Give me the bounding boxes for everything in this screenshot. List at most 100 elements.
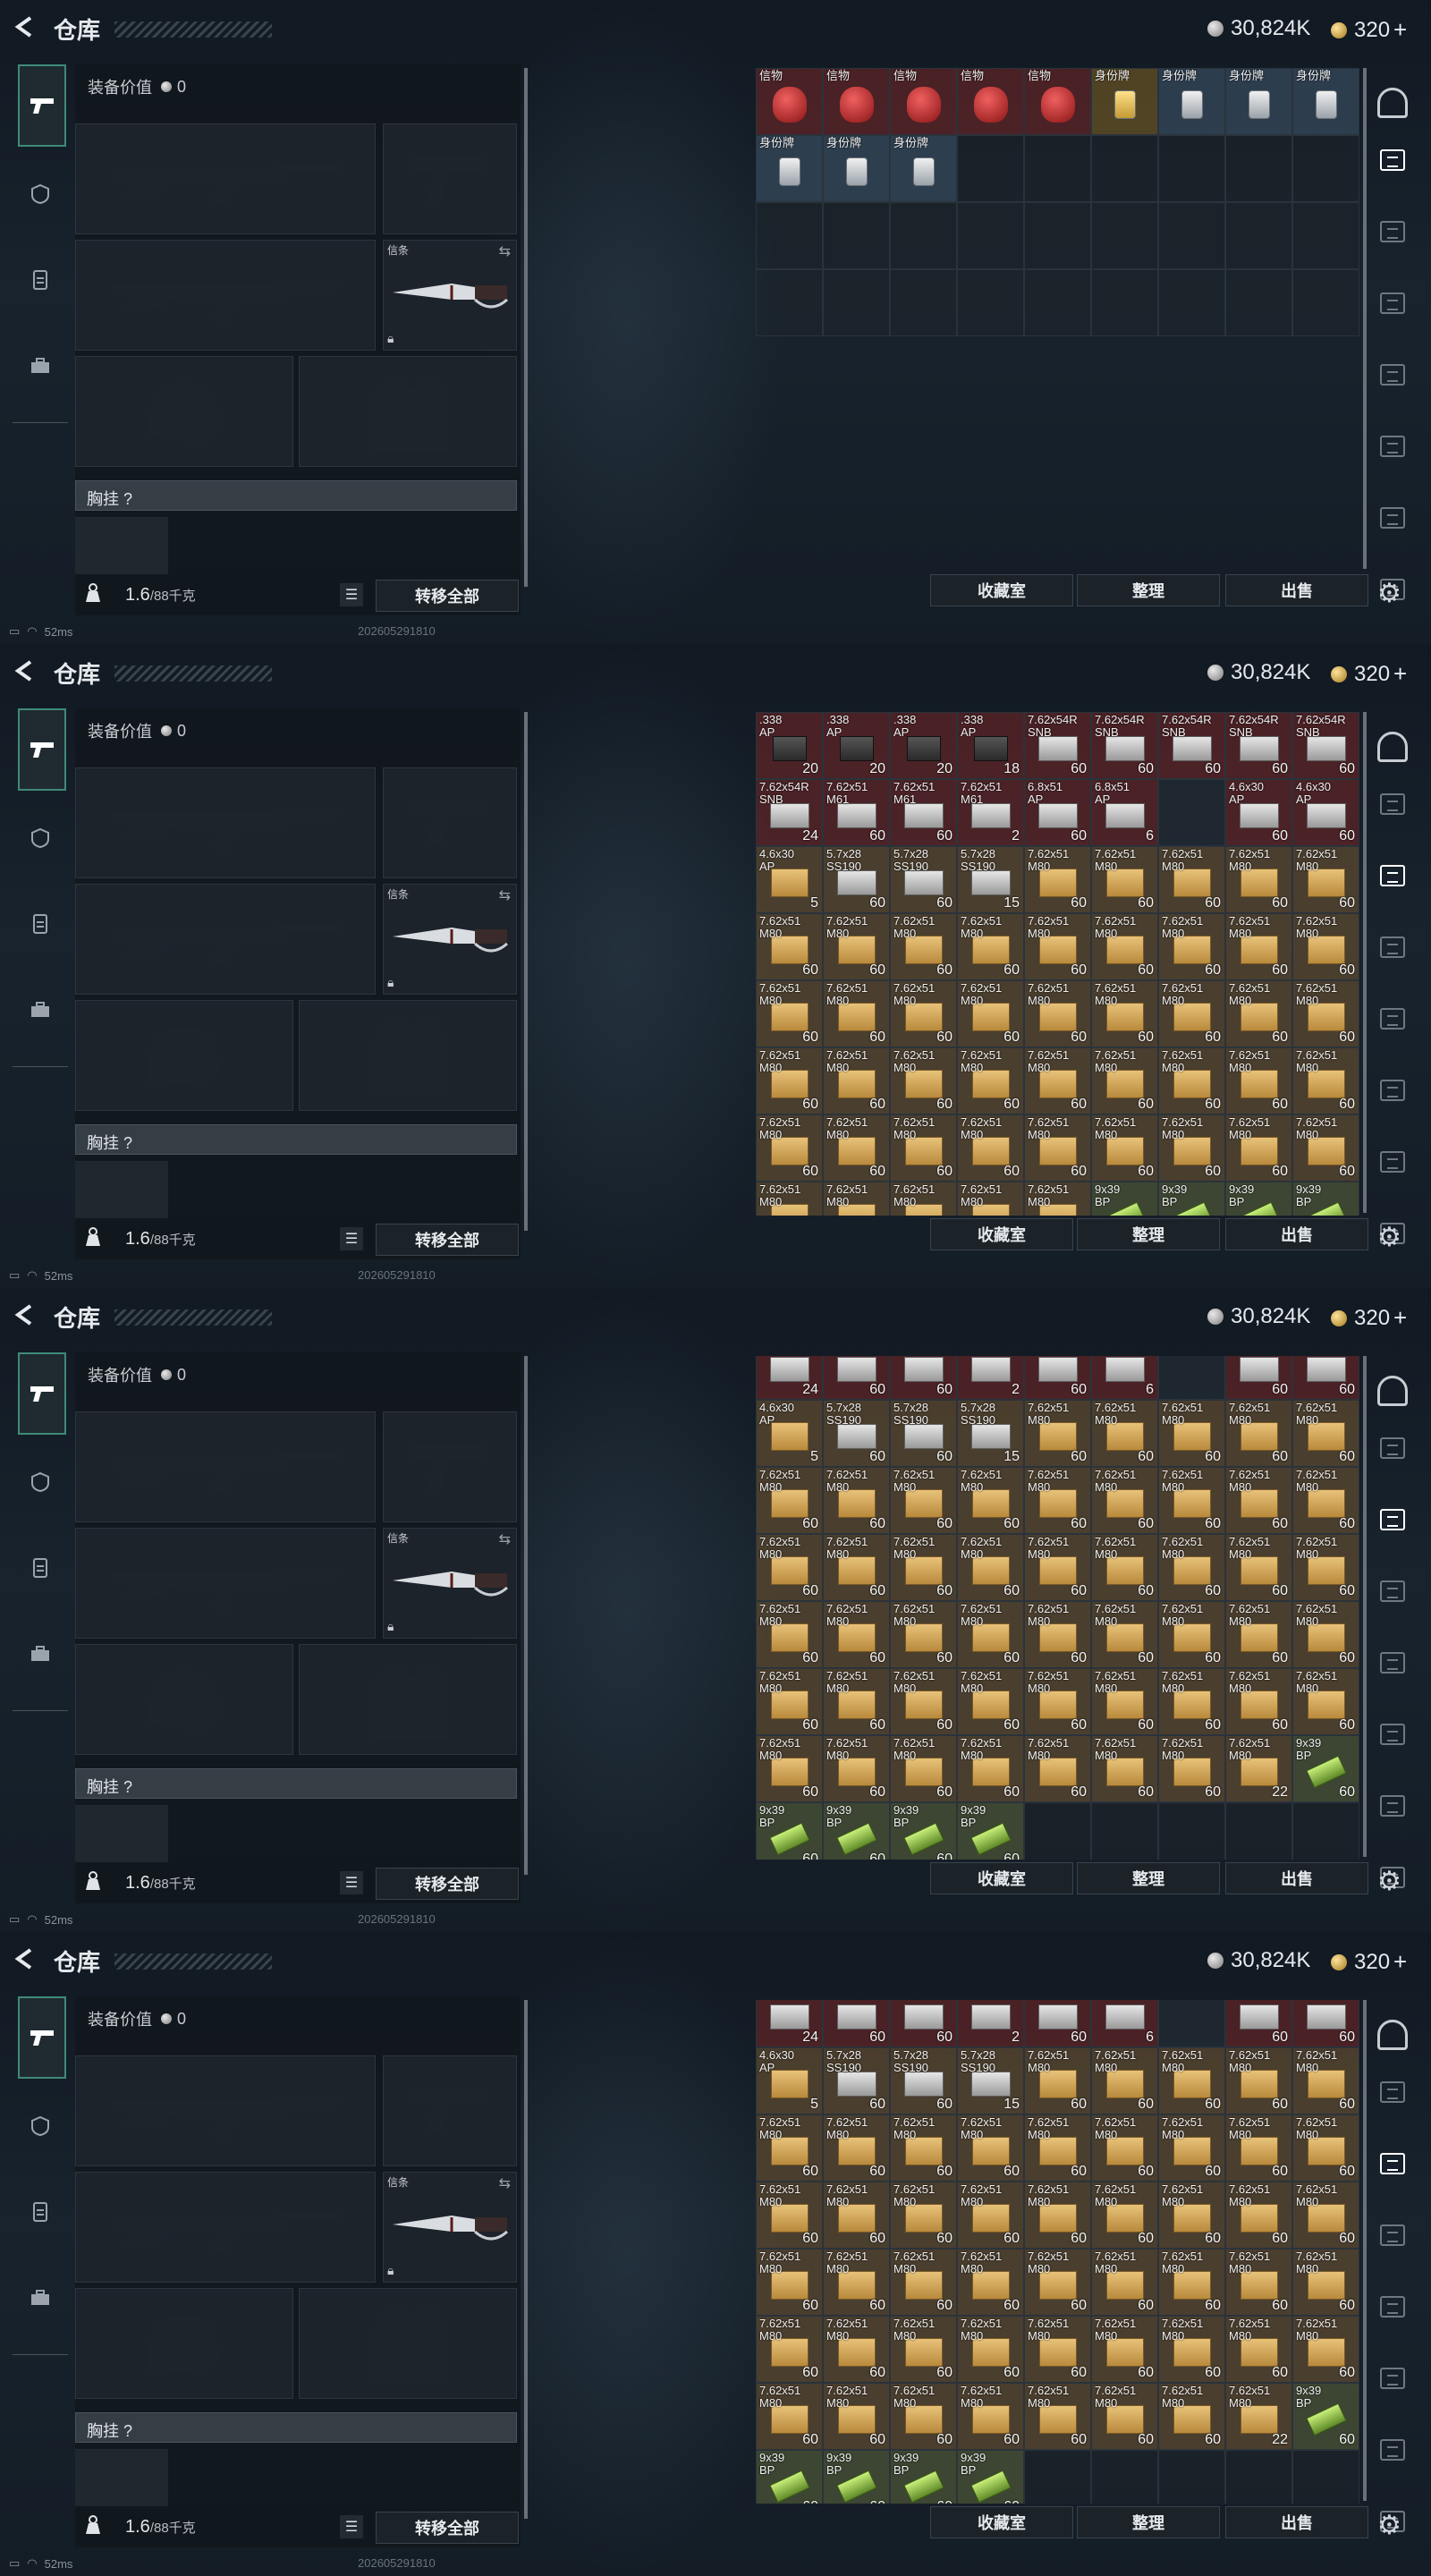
stash-item[interactable]: 7.62x51 M80 60 <box>1024 1114 1091 1182</box>
stash-page-tab-4[interactable] <box>1377 1004 1408 1034</box>
stash-item[interactable]: .338 AP 20 <box>756 712 823 779</box>
empty-slot[interactable] <box>823 202 890 269</box>
empty-slot[interactable] <box>957 202 1024 269</box>
stash-item[interactable]: 7.62x51 M80 60 <box>1225 1114 1292 1182</box>
chest-rig-slot[interactable] <box>75 517 168 574</box>
stash-item[interactable]: .338 AP 20 <box>890 712 957 779</box>
empty-slot[interactable] <box>1225 202 1292 269</box>
sell-button[interactable]: 出售 <box>1225 2506 1368 2538</box>
stash-item[interactable]: 7.62x51 M80 60 <box>1292 2316 1359 2383</box>
empty-slot[interactable] <box>1158 779 1225 846</box>
empty-slot[interactable] <box>890 269 957 336</box>
pistol-slot[interactable] <box>383 1411 517 1522</box>
stash-item[interactable]: 7.62x51 M80 60 <box>957 1735 1024 1802</box>
stash-item[interactable]: 7.62x51 M80 60 <box>890 1735 957 1802</box>
stash-item[interactable]: 7.62x51 M80 60 <box>1292 1668 1359 1735</box>
stash-item[interactable]: 7.62x51 M80 60 <box>1024 1534 1091 1601</box>
stash-item[interactable]: 7.62x51 M80 60 <box>1158 913 1225 980</box>
stash-item[interactable]: 5.7x28 SS190 60 <box>890 846 957 913</box>
stash-item[interactable]: 9x39 BP 60 <box>1292 2383 1359 2450</box>
stash-page-tab-5[interactable] <box>1377 431 1408 462</box>
secondary-weapon-slot[interactable] <box>75 2172 376 2283</box>
stash-item[interactable]: 7.62x51 M80 60 <box>1292 2114 1359 2182</box>
stash-item[interactable]: 7.62x51 M80 60 <box>890 1534 957 1601</box>
stash-item[interactable]: 身份牌 <box>1158 68 1225 135</box>
stash-item[interactable]: 7.62x51 M80 60 <box>1024 2383 1091 2450</box>
collection-room-button[interactable]: 收藏室 <box>930 1862 1073 1894</box>
sell-button[interactable]: 出售 <box>1225 1218 1368 1250</box>
list-icon[interactable]: ☰ <box>340 583 363 606</box>
stash-item[interactable]: 7.62x51 M80 60 <box>1158 1601 1225 1668</box>
equipment-scrollbar[interactable] <box>524 68 528 587</box>
stash-item[interactable]: 7.62x54R SNB 60 <box>1091 712 1158 779</box>
nav-rig[interactable] <box>18 902 63 946</box>
transfer-all-button[interactable]: 转移全部 <box>376 1868 519 1900</box>
stash-item[interactable]: 9x39 BP 60 <box>890 1802 957 1860</box>
stash-item[interactable]: 7.62x54R SNB 60 <box>1158 712 1225 779</box>
stash-scrollbar[interactable] <box>1363 2000 1367 2501</box>
stash-item[interactable]: 7.62x51 M80 60 <box>957 2316 1024 2383</box>
primary-weapon-slot[interactable] <box>75 1411 376 1522</box>
stash-item[interactable]: 7.62x51 M80 60 <box>1225 1534 1292 1601</box>
secondary-weapon-slot[interactable] <box>75 1528 376 1639</box>
swap-icon[interactable]: ⇆ <box>499 886 511 904</box>
stash-item[interactable]: 9x39 BP 60 <box>823 2450 890 2504</box>
empty-slot[interactable] <box>1225 269 1292 336</box>
helmet-slot[interactable] <box>75 1000 293 1111</box>
stash-item[interactable]: 7.62x51 M80 60 <box>957 2182 1024 2249</box>
empty-slot[interactable] <box>1225 135 1292 202</box>
nav-bag[interactable] <box>18 343 63 388</box>
collection-room-button[interactable]: 收藏室 <box>930 1218 1073 1250</box>
stash-item[interactable]: 7.62x54R SNB 60 <box>1225 712 1292 779</box>
stash-item[interactable]: 9x39 BP 60 <box>823 1802 890 1860</box>
stash-item[interactable]: 7.62x51 M80 60 <box>890 1668 957 1735</box>
empty-slot[interactable] <box>1024 202 1091 269</box>
stash-item[interactable]: 信物 <box>823 68 890 135</box>
empty-slot[interactable] <box>1292 2450 1359 2504</box>
stash-item[interactable]: 7.62x51 M80 60 <box>756 2383 823 2450</box>
stash-page-tab-1[interactable] <box>1377 1433 1408 1463</box>
stash-item[interactable]: 身份牌 <box>756 135 823 202</box>
stash-item[interactable]: 60 <box>1225 1356 1292 1400</box>
stash-item[interactable]: 7.62x51 M80 60 <box>1024 1735 1091 1802</box>
swap-icon[interactable]: ⇆ <box>499 2174 511 2192</box>
armor-slot[interactable] <box>299 1000 517 1111</box>
transfer-all-button[interactable]: 转移全部 <box>376 580 519 612</box>
empty-slot[interactable] <box>1024 269 1091 336</box>
helmet-slot[interactable] <box>75 2288 293 2399</box>
stash-item[interactable]: 7.62x51 M80 60 <box>1091 2316 1158 2383</box>
empty-slot[interactable] <box>756 202 823 269</box>
stash-item[interactable]: 7.62x51 M80 60 <box>890 2114 957 2182</box>
secondary-weapon-slot[interactable] <box>75 240 376 351</box>
stash-item[interactable]: 信物 <box>756 68 823 135</box>
stash-item[interactable]: 5.7x28 SS190 15 <box>957 846 1024 913</box>
collection-room-button[interactable]: 收藏室 <box>930 574 1073 606</box>
empty-slot[interactable] <box>1091 202 1158 269</box>
stash-item[interactable]: 7.62x51 M80 60 <box>823 2114 890 2182</box>
stash-item[interactable]: 7.62x51 M80 60 <box>1292 2047 1359 2114</box>
empty-slot[interactable] <box>1091 269 1158 336</box>
armor-slot[interactable] <box>299 356 517 467</box>
stash-page-tab-1[interactable] <box>1377 145 1408 175</box>
stash-item[interactable]: 7.62x51 M80 60 <box>890 913 957 980</box>
stash-item[interactable]: 7.62x51 M80 60 <box>1024 1467 1091 1534</box>
gear-icon[interactable]: ⚙︎ <box>1377 1866 1401 1897</box>
stash-item[interactable]: 7.62x51 M80 60 <box>1091 2383 1158 2450</box>
transfer-all-button[interactable]: 转移全部 <box>376 1224 519 1256</box>
stash-item[interactable]: 7.62x51 M80 60 <box>890 1467 957 1534</box>
stash-item[interactable]: 7.62x54R SNB 60 <box>1292 712 1359 779</box>
stash-item[interactable]: 7.62x51 M80 60 <box>1158 1047 1225 1114</box>
stash-item[interactable]: 信物 <box>890 68 957 135</box>
stash-item[interactable]: 7.62x51 M80 60 <box>1158 1467 1225 1534</box>
stash-item[interactable]: 5.7x28 SS190 60 <box>823 846 890 913</box>
stash-item[interactable]: 7.62x51 M80 60 <box>1024 2249 1091 2316</box>
chest-rig-header[interactable]: 胸挂 ? <box>75 2412 517 2443</box>
empty-slot[interactable] <box>1158 2000 1225 2047</box>
stash-item[interactable]: 7.62x51 M61 60 <box>890 779 957 846</box>
nav-rig[interactable] <box>18 258 63 302</box>
stash-item[interactable]: 4.6x30 AP 5 <box>756 2047 823 2114</box>
stash-item[interactable]: 7.62x51 M80 60 <box>823 1735 890 1802</box>
stash-item[interactable]: 7.62x51 M80 60 <box>1091 2249 1158 2316</box>
stash-item[interactable]: 7.62x51 M80 60 <box>957 2114 1024 2182</box>
stash-item[interactable]: 7.62x51 M61 60 <box>823 779 890 846</box>
